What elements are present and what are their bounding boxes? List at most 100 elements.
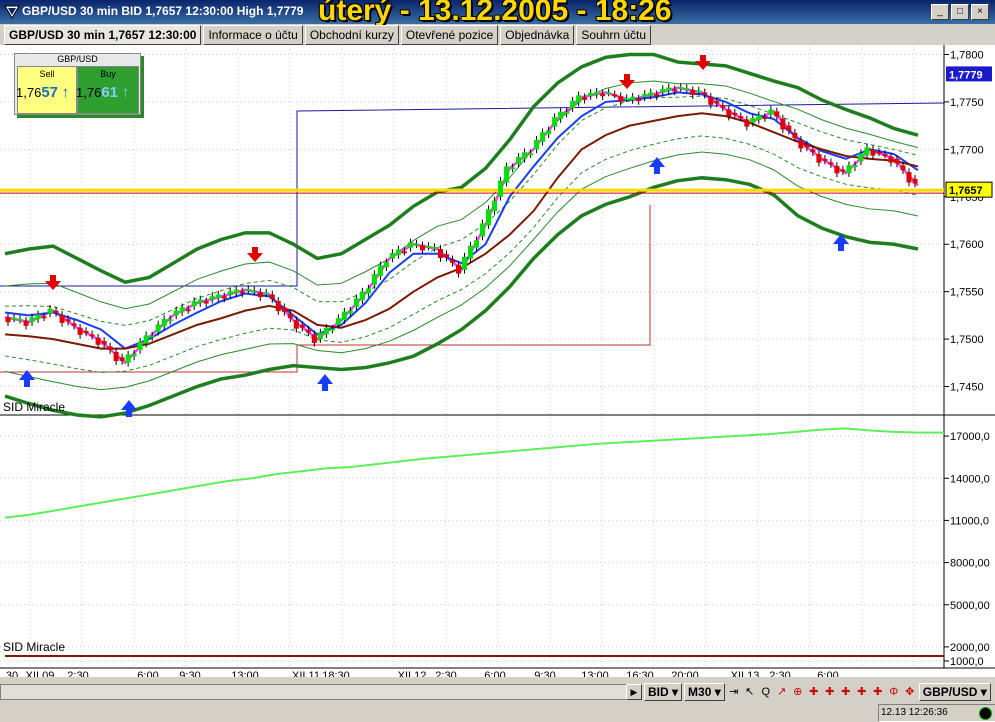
candle-body	[89, 334, 95, 337]
candle-body	[630, 96, 636, 101]
tool-icon[interactable]: ✚	[807, 684, 821, 700]
candle-body	[443, 254, 449, 258]
candle-body	[888, 156, 894, 163]
candle-body	[149, 335, 155, 338]
candle-body	[726, 109, 732, 117]
scroll-right-button[interactable]: ▶	[626, 684, 642, 700]
candle-body	[588, 92, 594, 96]
sell-button[interactable]: Sell 1,7657 ↑	[16, 66, 77, 114]
zoom-in-icon[interactable]: ⊕	[791, 684, 805, 700]
candle-body	[365, 288, 371, 294]
tool-icon[interactable]: ✚	[839, 684, 853, 700]
y-tick-label: 1,7450	[950, 382, 984, 394]
horizontal-scrollbar[interactable]	[0, 684, 642, 700]
x-tick-label: 2:30	[67, 670, 88, 677]
buy-label: Buy	[100, 69, 116, 79]
y-tick-label: 1,7550	[950, 287, 984, 299]
candle-body	[209, 296, 215, 300]
candle-body	[510, 167, 516, 170]
candle-body	[221, 296, 227, 299]
sell-price: 1,7657 ↑	[16, 84, 70, 101]
price-type-select[interactable]: BID ▾	[644, 683, 683, 701]
candle-body	[558, 111, 564, 119]
candle-body	[191, 301, 197, 307]
tab-account-info[interactable]: Informace o účtu	[203, 25, 303, 45]
cursor-icon[interactable]: ↖	[743, 684, 757, 700]
x-tick-label: 2:30	[769, 670, 790, 677]
candle-body	[113, 351, 119, 362]
symbol-select[interactable]: GBP/USD ▾	[918, 683, 991, 701]
candle-body	[143, 335, 149, 344]
tool-icon[interactable]: ✚	[855, 684, 869, 700]
close-button[interactable]: ×	[971, 4, 989, 20]
date-overlay: úterý - 13.12.2005 - 18:26	[318, 0, 672, 27]
candle-body	[474, 240, 480, 248]
x-tick-label: 13:00	[581, 670, 609, 677]
zoom-icon[interactable]: Q	[759, 684, 773, 700]
y-tick-label: 1,7500	[950, 334, 984, 346]
candle-body	[846, 165, 852, 174]
tab-chart[interactable]: GBP/USD 30 min 1,7657 12:30:00	[4, 25, 202, 45]
candle-body	[870, 149, 876, 156]
candle-body	[29, 317, 35, 323]
tab-strip: GBP/USD 30 min 1,7657 12:30:00 Informace…	[4, 25, 653, 45]
candle-body	[53, 310, 59, 314]
candle-body	[23, 320, 29, 326]
candle-body	[702, 92, 708, 95]
candle-body	[203, 301, 209, 304]
tab-account-summary[interactable]: Souhrn účtu	[576, 25, 652, 45]
candle-body	[383, 262, 389, 268]
tab-order[interactable]: Objednávka	[500, 25, 575, 45]
candle-body	[227, 291, 233, 295]
candle-body	[672, 89, 678, 92]
y-tick-label: 1,7800	[950, 49, 984, 61]
price-indicator-label: SID Miracle	[3, 400, 65, 414]
y-tick-label: 14000,0	[950, 473, 990, 485]
minimize-button[interactable]: _	[931, 4, 949, 20]
arrow-icon[interactable]: ⇥	[727, 684, 741, 700]
candle-body	[11, 317, 17, 320]
window-title: GBP/USD 30 min BID 1,7657 12:30:00 High …	[22, 4, 304, 18]
tool-icon[interactable]: ✚	[823, 684, 837, 700]
buy-button[interactable]: Buy 1,7661 ↑	[76, 66, 139, 114]
timeframe-select[interactable]: M30 ▾	[684, 683, 725, 701]
y-tick-label: 5000,00	[950, 600, 990, 612]
restore-button[interactable]: □	[951, 4, 969, 20]
candle-body	[804, 144, 810, 148]
candle-body	[353, 298, 359, 307]
tab-open-positions[interactable]: Otevřené pozice	[400, 25, 499, 45]
candle-body	[480, 223, 486, 237]
high-price-label: 1,7779	[949, 69, 983, 81]
candle-body	[287, 313, 293, 319]
arrow-up-icon: ↑	[121, 84, 130, 101]
candle-body	[780, 118, 786, 130]
candle-body	[498, 180, 504, 197]
candle-body	[389, 253, 395, 259]
x-tick-label: 18:30	[322, 670, 350, 677]
tab-trading-rates[interactable]: Obchodní kurzy	[304, 25, 399, 45]
x-tick-label: 13:00	[231, 670, 259, 677]
target-icon[interactable]: ✥	[903, 684, 917, 700]
candle-body	[642, 93, 648, 98]
app-icon	[4, 5, 20, 19]
tool-icon[interactable]: ✚	[871, 684, 885, 700]
chart-area[interactable]: 1,78001,77501,77001,76501,76001,75501,75…	[0, 45, 995, 677]
candle-body	[582, 97, 588, 100]
candle-body	[281, 307, 287, 312]
candle-body	[77, 327, 83, 335]
candle-body	[600, 93, 606, 97]
candle-body	[377, 265, 383, 277]
candle-body	[161, 318, 167, 327]
y-tick-label: 1,7600	[950, 239, 984, 251]
fibo-icon[interactable]: Φ	[887, 684, 901, 700]
candle-body	[762, 117, 768, 120]
quote-widget: GBP/USD Sell 1,7657 ↑ Buy 1,7661 ↑	[14, 53, 141, 115]
x-tick-label: XII.12	[398, 670, 427, 677]
line-icon[interactable]: ↗	[775, 684, 789, 700]
candle-body	[552, 117, 558, 127]
candle-body	[606, 92, 612, 95]
candle-body	[540, 132, 546, 142]
x-tick-label: XII.13	[731, 670, 760, 677]
candle-body	[678, 86, 684, 89]
x-tick-label: 9:30	[534, 670, 555, 677]
